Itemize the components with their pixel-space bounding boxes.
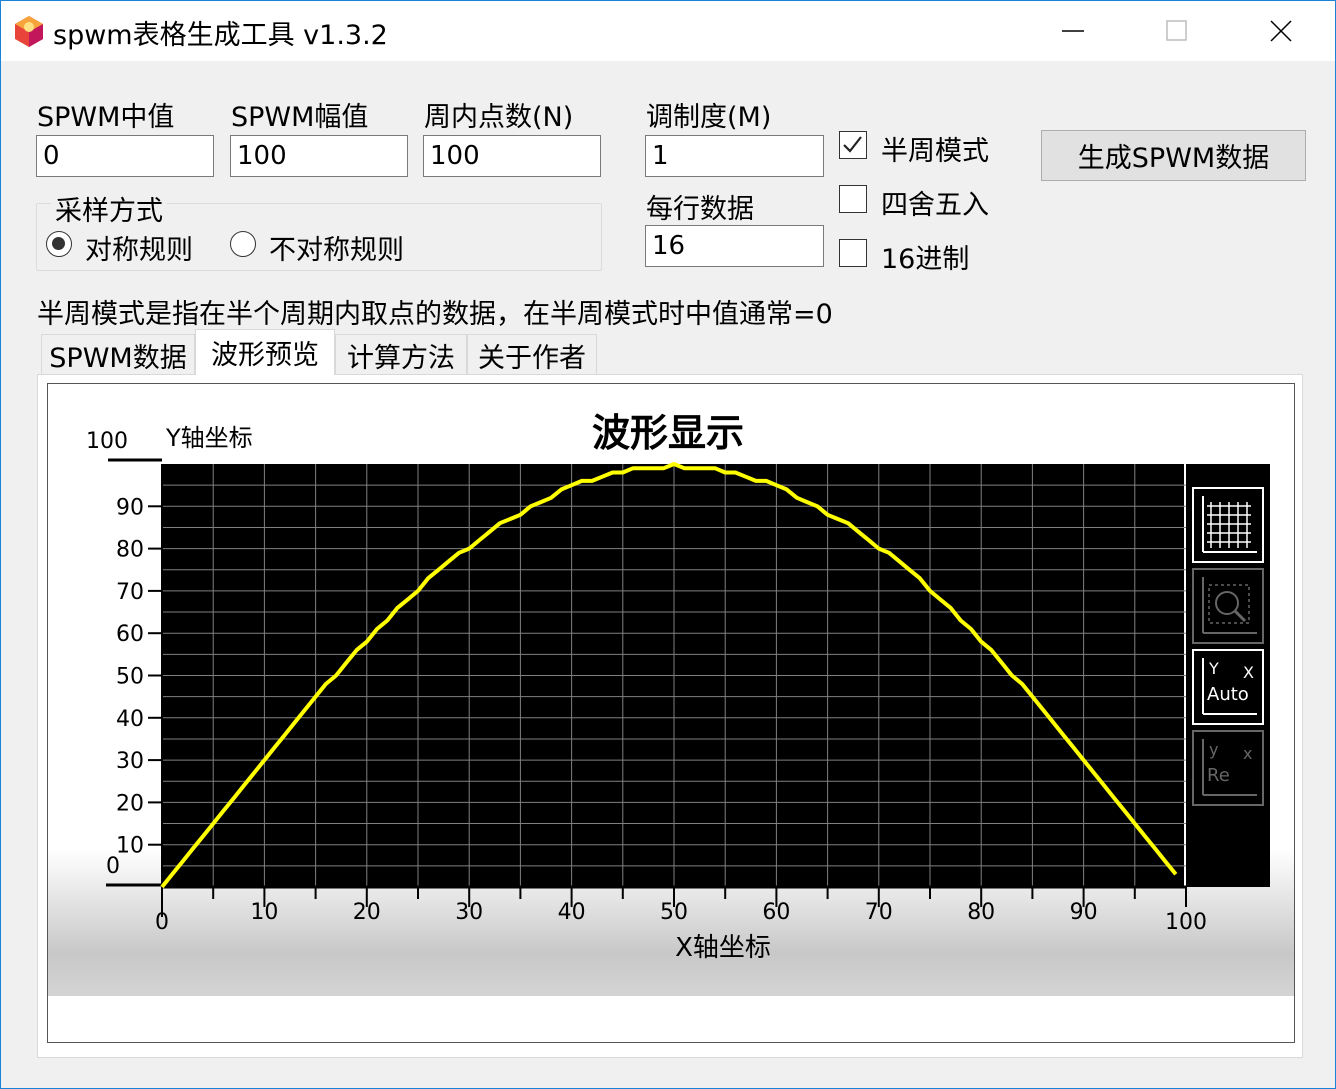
tab-spwm-data[interactable]: SPWM数据 (41, 334, 195, 376)
per-row-input[interactable]: 16 (645, 225, 824, 267)
rounding-label[interactable]: 四舍五入 (881, 183, 989, 222)
y-tick-label: 20 (116, 791, 144, 816)
per-row-label: 每行数据 (646, 194, 754, 225)
minimize-button[interactable] (1021, 1, 1125, 61)
x-tick-label: 90 (1070, 900, 1098, 925)
center-input[interactable]: 0 (36, 135, 214, 177)
x-tick-label: 50 (660, 900, 688, 925)
chart-svg: 波形显示 Y轴坐标 X轴坐标 0 10 20 30 40 50 60 70 80 90 100010… (48, 384, 1294, 1042)
waveform-chart: 波形显示 Y轴坐标 X轴坐标 0 10 20 30 40 50 60 70 80 90 100 0 10… (47, 383, 1295, 1043)
svg-text:Y: Y (1208, 659, 1219, 678)
y-tick-label: 70 (116, 580, 144, 605)
svg-text:x: x (1243, 744, 1252, 763)
x-tick-label: 100 (1165, 910, 1207, 935)
hex-checkbox[interactable] (839, 239, 867, 267)
minimize-icon (1062, 30, 1084, 32)
maximize-button (1125, 1, 1229, 61)
symmetric-radio-label[interactable]: 对称规则 (85, 228, 193, 267)
x-tick-label: 20 (353, 900, 381, 925)
modulation-input[interactable]: 1 (645, 135, 824, 177)
x-axis-label: X轴坐标 (675, 933, 771, 963)
points-input[interactable]: 100 (423, 135, 601, 177)
window-title: spwm表格生成工具 v1.3.2 (53, 20, 388, 51)
app-logo-icon (15, 16, 43, 47)
asymmetric-radio[interactable] (230, 231, 256, 257)
x-tick-label: 10 (250, 900, 278, 925)
x-tick-label: 40 (558, 900, 586, 925)
tab-calculation-method[interactable]: 计算方法 (335, 334, 467, 376)
points-label: 周内点数(N) (424, 102, 574, 133)
checkmark-icon (843, 136, 862, 153)
y-tick-label: 50 (116, 665, 144, 690)
x-tick-label: 0 (155, 910, 169, 935)
x-tick-label: 80 (967, 900, 995, 925)
tab-about-author[interactable]: 关于作者 (467, 334, 597, 376)
x-tick-label: 70 (865, 900, 893, 925)
maximize-icon (1166, 20, 1187, 41)
svg-text:X: X (1243, 663, 1254, 682)
auto-scale-icon[interactable]: Y X Auto (1192, 649, 1264, 725)
symmetric-radio[interactable] (46, 231, 72, 257)
y-tick-label: 10 (116, 834, 144, 859)
y-tick-label: 100 (86, 429, 128, 454)
svg-text:Auto: Auto (1207, 684, 1249, 705)
svg-text:Re: Re (1207, 765, 1230, 786)
y-tick-label: 80 (116, 538, 144, 563)
app-window: spwm表格生成工具 v1.3.2 SPWM中值 0 SPWM幅值 100 周内… (0, 0, 1336, 1089)
generate-button[interactable]: 生成SPWM数据 (1041, 130, 1306, 181)
asymmetric-radio-label[interactable]: 不对称规则 (269, 228, 404, 267)
hint-text: 半周模式是指在半个周期内取点的数据，在半周模式时中值通常=0 (37, 299, 833, 330)
sampling-group-title: 采样方式 (51, 189, 167, 228)
amplitude-input[interactable]: 100 (230, 135, 408, 177)
chart-title: 波形显示 (592, 411, 744, 455)
y-tick-label: 40 (116, 707, 144, 732)
half-cycle-checkbox[interactable] (839, 131, 867, 159)
reset-icon[interactable]: y x Re (1192, 730, 1264, 806)
hex-label[interactable]: 16进制 (881, 237, 969, 276)
svg-text:y: y (1209, 740, 1218, 759)
x-tick-label: 30 (455, 900, 483, 925)
chart-footer (48, 996, 1294, 1042)
close-button[interactable] (1229, 1, 1333, 61)
close-icon (1270, 20, 1292, 42)
center-label: SPWM中值 (37, 102, 175, 133)
rounding-checkbox[interactable] (839, 185, 867, 213)
amplitude-label: SPWM幅值 (231, 102, 369, 133)
y-tick-label: 60 (116, 622, 144, 647)
tab-waveform-preview[interactable]: 波形预览 (195, 329, 335, 375)
y-tick-label: 90 (116, 495, 144, 520)
title-bar: spwm表格生成工具 v1.3.2 (1, 1, 1335, 61)
half-cycle-label[interactable]: 半周模式 (881, 129, 989, 168)
y-tick-label: 30 (116, 749, 144, 774)
modulation-label: 调制度(M) (646, 102, 772, 133)
zoom-icon[interactable] (1192, 568, 1264, 644)
grid-toggle-icon[interactable] (1192, 487, 1264, 563)
y-axis-label: Y轴坐标 (165, 424, 253, 452)
x-tick-label: 60 (762, 900, 790, 925)
